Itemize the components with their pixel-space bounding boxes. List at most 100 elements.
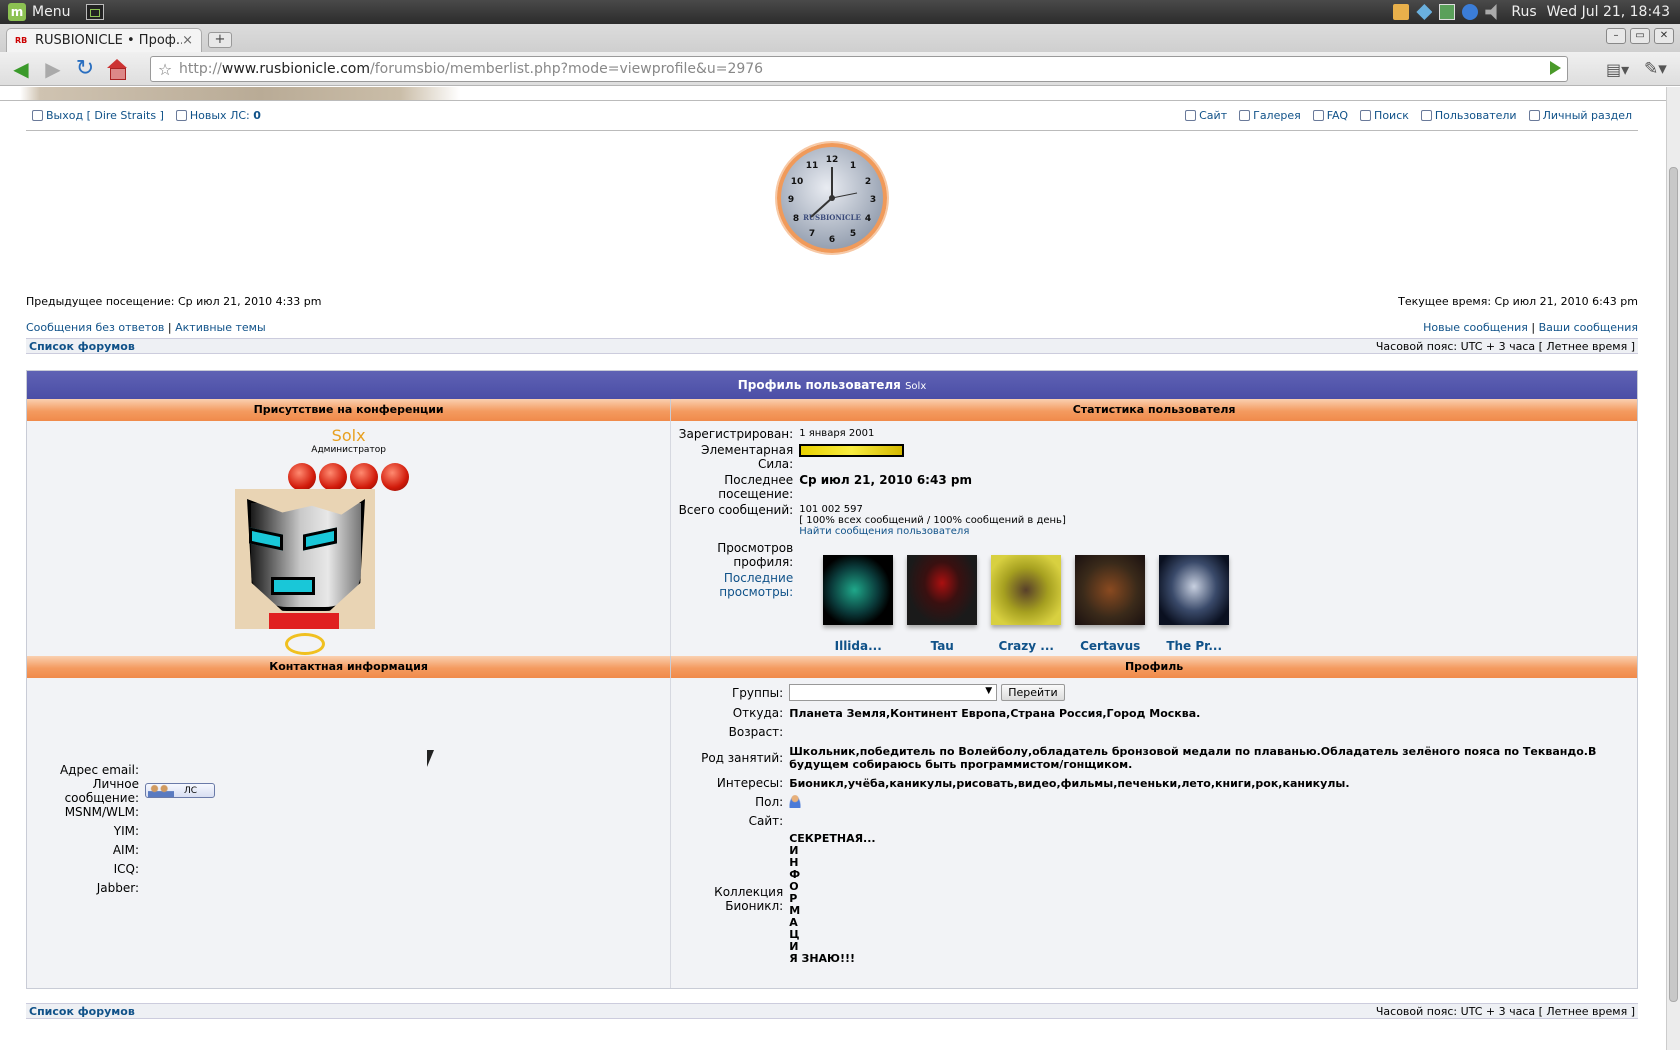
search-link[interactable]: Поиск <box>1374 109 1409 122</box>
pm-icon <box>175 110 187 121</box>
bluetooth-icon[interactable] <box>1462 4 1479 20</box>
logout-link[interactable]: Выход [ Dire Straits ] <box>46 109 164 122</box>
new-posts-link[interactable]: Новые сообщения <box>1423 321 1528 334</box>
tab-strip: RB RUSBIONICLE • Проф... × + – ▭ ✕ <box>0 24 1680 52</box>
your-posts-link[interactable]: Ваши сообщения <box>1539 321 1638 334</box>
reload-button[interactable]: ↻ <box>72 56 98 82</box>
viewer-name: Crazy ... <box>998 639 1054 653</box>
collection-line: А <box>789 916 798 929</box>
tab-rusbionicle[interactable]: RB RUSBIONICLE • Проф... × <box>6 28 202 52</box>
current-time: Текущее время: Ср июл 21, 2010 6:43 pm <box>1398 294 1638 308</box>
terminal-icon[interactable] <box>86 4 105 20</box>
profile-title: Профиль пользователя Solx <box>27 371 1637 399</box>
members-link[interactable]: Пользователи <box>1435 109 1517 122</box>
clock-logo[interactable]: 12 1 2 3 4 5 6 7 8 9 10 11 RUSBIONICLE <box>777 143 887 253</box>
profile-header: Профиль <box>671 656 1637 678</box>
separator: | <box>167 320 172 334</box>
collection-line: Я ЗНАЮ!!! <box>789 952 855 965</box>
last-visit-value: Ср июл 21, 2010 6:43 pm <box>799 473 972 487</box>
back-button[interactable]: ◀ <box>8 56 34 82</box>
favicon-icon: RB <box>15 35 28 45</box>
close-tab-icon[interactable]: × <box>182 33 193 48</box>
presence-header: Присутствие на конференции <box>27 399 672 421</box>
forum-index-link-footer[interactable]: Список форумов <box>29 1005 135 1018</box>
tab-title: RUSBIONICLE • Проф... <box>35 33 183 48</box>
menu-button[interactable]: m Menu <box>0 0 112 24</box>
clock-center <box>829 195 835 201</box>
viewer-name: The Pr... <box>1166 639 1223 653</box>
close-window-icon[interactable]: ✕ <box>1654 28 1674 44</box>
avatar-mouth <box>271 577 315 595</box>
send-pm-button[interactable]: ЛС <box>145 783 215 798</box>
page-scrollbar[interactable] <box>1666 87 1680 1050</box>
scrollbar-thumb[interactable] <box>1669 167 1678 1002</box>
clock-number: 5 <box>850 229 856 239</box>
clock-number: 4 <box>865 214 871 224</box>
page-menu-icon[interactable]: ▤▾ <box>1606 60 1629 79</box>
registered-value: 1 января 2001 <box>799 428 875 439</box>
url-scheme: http:// <box>179 61 222 77</box>
groups-select[interactable] <box>789 684 998 701</box>
faq-link[interactable]: FAQ <box>1327 109 1348 122</box>
wrench-menu-icon[interactable]: ✎▾ <box>1644 59 1667 79</box>
online-swirl-icon <box>285 633 325 655</box>
keyboard-layout[interactable]: Rus <box>1511 4 1536 20</box>
viewer-avatar[interactable]: Crazy ... <box>991 555 1062 653</box>
viewer-avatar-image <box>1075 555 1146 625</box>
profile-views-label: Просмотров профиля: <box>717 541 794 569</box>
go-arrow-icon[interactable] <box>1550 61 1561 75</box>
dropbox-icon[interactable] <box>1416 4 1433 20</box>
previous-visit: Предыдущее посещение: Ср июл 21, 2010 4:… <box>26 294 322 308</box>
viewer-avatar[interactable]: The Pr... <box>1159 555 1230 653</box>
bookmark-star-icon[interactable]: ☆ <box>151 60 179 79</box>
user-rank: Администратор <box>311 445 386 455</box>
clock-number: 11 <box>806 161 819 171</box>
page-wrap: Выход [ Dire Straits ] Новых ЛС: 0 Сайт … <box>26 101 1638 1019</box>
viewer-name: Certavus <box>1080 639 1141 653</box>
gallery-link[interactable]: Галерея <box>1253 109 1301 122</box>
forum-index-link[interactable]: Список форумов <box>29 340 135 353</box>
unanswered-posts-link[interactable]: Сообщения без ответов <box>26 321 164 334</box>
active-topics-link[interactable]: Активные темы <box>175 321 266 334</box>
address-bar[interactable]: ☆ http://www.rusbionicle.com/forumsbio/m… <box>150 56 1568 82</box>
user-name: Solx <box>331 426 366 445</box>
forward-button[interactable]: ▶ <box>40 56 66 82</box>
clock-number: 6 <box>829 235 835 245</box>
collection-line: Р <box>789 892 798 905</box>
clock-datetime[interactable]: Wed Jul 21, 18:43 <box>1547 4 1670 20</box>
new-pm-link[interactable]: Новых ЛС: 0 <box>190 109 261 122</box>
collection-line: СЕКРЕТНАЯ... <box>789 832 876 845</box>
viewer-avatar[interactable]: Certavus <box>1075 555 1146 653</box>
power-label: Элементарная Сила: <box>701 443 794 471</box>
forum-headbar: Выход [ Dire Straits ] Новых ЛС: 0 Сайт … <box>26 101 1638 131</box>
browser-toolbar: ◀ ▶ ↻ ☆ http://www.rusbionicle.com/forum… <box>0 52 1680 86</box>
site-link[interactable]: Сайт <box>1199 109 1227 122</box>
lock-icon[interactable] <box>1393 4 1410 20</box>
maximize-icon[interactable]: ▭ <box>1630 28 1650 44</box>
timezone-info-footer: Часовой пояс: UTC + 3 часа [ Летнее врем… <box>1375 1004 1635 1018</box>
volume-icon[interactable] <box>1485 4 1497 20</box>
groups-go-button[interactable]: Перейти <box>1001 684 1065 701</box>
logo-area: 12 1 2 3 4 5 6 7 8 9 10 11 RUSBIONICLE <box>26 131 1638 286</box>
interests-label: Интересы: <box>716 776 784 790</box>
footer-breadcrumb: Список форумов Часовой пояс: UTC + 3 час… <box>26 1003 1638 1019</box>
stats-header: Статистика пользователя <box>671 399 1637 421</box>
clock-number: 10 <box>791 177 804 187</box>
collection-line: Н <box>789 856 799 869</box>
viewer-avatar-image <box>1159 555 1230 625</box>
viewer-avatar[interactable]: Tau <box>907 555 978 653</box>
new-tab-button[interactable]: + <box>208 32 232 48</box>
find-posts-link[interactable]: Найти сообщения пользователя <box>799 526 969 537</box>
clock-second-hand <box>831 192 858 199</box>
email-label: Адрес email: <box>59 762 139 777</box>
home-button[interactable] <box>104 56 130 82</box>
ucp-link[interactable]: Личный раздел <box>1543 109 1632 122</box>
collection-value: СЕКРЕТНАЯ... И Н Ф О Р М А Ц И Я ЗНАЮ!!! <box>789 833 875 965</box>
collection-line: И <box>789 844 799 857</box>
viewer-avatar[interactable]: Illida... <box>823 555 894 653</box>
network-icon[interactable] <box>1439 4 1456 20</box>
viewer-name: Illida... <box>834 639 882 653</box>
male-user-icon <box>789 795 802 808</box>
rank-star-icon <box>350 463 379 491</box>
minimize-icon[interactable]: – <box>1606 28 1626 44</box>
